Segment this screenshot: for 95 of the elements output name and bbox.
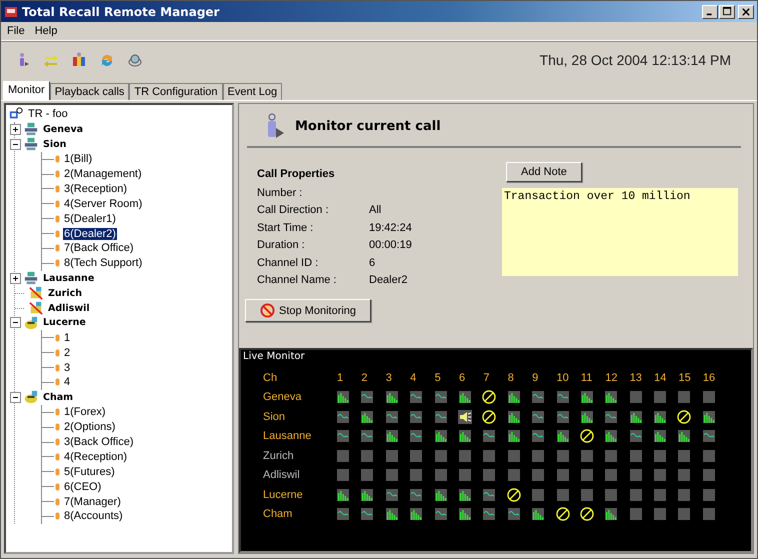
channel-label[interactable]: 3(Reception)	[63, 182, 128, 195]
site-label[interactable]: Lucerne	[42, 317, 87, 328]
site-label[interactable]: Sion	[42, 138, 68, 150]
menu-item[interactable]: File	[4, 25, 28, 37]
channel-label[interactable]: 5(Dealer1)	[63, 212, 117, 225]
channel-label[interactable]: 2(Options)	[63, 421, 116, 434]
collapse-toggle[interactable]	[10, 392, 21, 403]
channel-label[interactable]: 7(Back Office)	[63, 242, 134, 254]
tab[interactable]: Playback calls	[50, 83, 130, 100]
channel-label[interactable]: 4(Reception)	[63, 450, 128, 463]
expand-toggle[interactable]	[10, 124, 21, 135]
site-label[interactable]: Lausanne	[42, 272, 96, 284]
tab[interactable]: TR Configuration	[129, 83, 223, 100]
channel-label[interactable]: 1(Forex)	[63, 406, 107, 418]
people-icon[interactable]	[71, 52, 87, 68]
channel-number: 5	[434, 370, 442, 386]
disc-icon[interactable]	[127, 52, 143, 68]
channel-number: 9	[532, 370, 540, 386]
site-label[interactable]: Geneva	[42, 124, 84, 135]
site-name: Lucerne	[263, 488, 304, 503]
channel-label[interactable]: 4(Server Room)	[63, 198, 144, 210]
property-label: Number :	[257, 186, 304, 199]
channel-number: 14	[654, 370, 668, 386]
plus-icon	[11, 274, 20, 283]
channel-label[interactable]: 1	[63, 332, 72, 344]
person-play-icon	[265, 113, 285, 139]
channel-label[interactable]: 8(Tech Support)	[63, 257, 144, 270]
channel-number: 3	[386, 370, 393, 386]
site-label[interactable]: Zurich	[47, 288, 83, 299]
channel-number: 7	[483, 370, 490, 386]
tab[interactable]: Monitor	[3, 81, 50, 100]
site-name: Zurich	[263, 448, 295, 464]
channel-number: 6	[458, 370, 466, 386]
channel-label[interactable]: 4	[63, 376, 72, 388]
channel-number: 2	[361, 370, 369, 386]
channel-number: 10	[556, 370, 570, 386]
site-name: Lausanne	[263, 429, 312, 444]
site-label[interactable]: Cham	[42, 392, 74, 403]
site-name: Sion	[263, 410, 286, 425]
channel-number: 15	[678, 370, 692, 386]
channel-label[interactable]: 7(Manager)	[63, 496, 122, 508]
channel-label[interactable]: 1(Bill)	[63, 153, 94, 166]
window-title: Total Recall Remote Manager	[22, 4, 220, 18]
channel-number: 1	[337, 370, 344, 386]
panel-title: Monitor current call	[295, 118, 441, 134]
channel-number: 11	[580, 370, 594, 386]
note-field[interactable]: Transaction over 10 million	[502, 188, 738, 276]
site-label[interactable]: Adliswil	[47, 302, 91, 314]
section-heading: Call Properties	[257, 168, 336, 180]
menu-item[interactable]: Help	[32, 25, 60, 37]
property-label: Duration :	[257, 239, 306, 252]
channel-label[interactable]: 2	[63, 346, 72, 359]
channel-label[interactable]: 3	[63, 362, 72, 374]
channel-number: 4	[410, 370, 418, 386]
property-value: 00:00:19	[369, 239, 412, 252]
property-value: 6	[369, 256, 376, 269]
stop-monitoring-button[interactable]: Stop Monitoring	[245, 299, 372, 322]
property-value: 19:42:24	[369, 222, 412, 234]
channel-label[interactable]: 2(Management)	[63, 168, 143, 180]
site-name: Geneva	[263, 390, 303, 406]
app-icon	[4, 4, 18, 18]
property-label: Start Time :	[257, 222, 314, 234]
plus-icon	[11, 124, 20, 134]
property-label: Channel ID :	[257, 256, 320, 269]
column-header: Ch	[263, 370, 278, 386]
property-label: Call Direction :	[257, 204, 330, 216]
expand-toggle[interactable]	[10, 272, 21, 284]
channel-label[interactable]: 5(Futures)	[63, 466, 116, 478]
minimize-button[interactable]	[702, 4, 718, 18]
property-value: Dealer2	[369, 274, 408, 286]
tree-root-label[interactable]: TR - foo	[27, 108, 69, 120]
close-icon	[742, 8, 750, 16]
computer-clock-icon	[8, 107, 24, 122]
collapse-toggle[interactable]	[10, 317, 21, 328]
maximize-button[interactable]	[719, 4, 735, 18]
site-name: Cham	[263, 507, 294, 522]
tab[interactable]: Event Log	[222, 83, 282, 100]
channel-number: 16	[702, 370, 716, 386]
site-name: Adliswil	[263, 468, 301, 484]
channel-label[interactable]: 6(Dealer2)	[63, 228, 117, 240]
close-button[interactable]	[738, 4, 754, 18]
channel-label[interactable]: 3(Back Office)	[63, 436, 134, 448]
collapse-toggle[interactable]	[10, 138, 21, 150]
maximize-icon	[722, 7, 732, 16]
property-value: All	[369, 204, 382, 216]
property-label: Channel Name :	[257, 274, 338, 286]
channel-number: 8	[508, 370, 515, 386]
date-time: Thu, 28 Oct 2004 12:13:14 PM	[540, 52, 731, 68]
channel-number: 13	[630, 370, 643, 386]
channel-label[interactable]: 6(CEO)	[63, 480, 102, 493]
add-note-button[interactable]: Add Note	[506, 162, 582, 182]
panel-title: Live Monitor	[243, 351, 306, 362]
channel-number: 12	[605, 370, 619, 386]
channel-label[interactable]: 8(Accounts)	[63, 510, 124, 522]
no-phone-icon	[260, 303, 275, 318]
